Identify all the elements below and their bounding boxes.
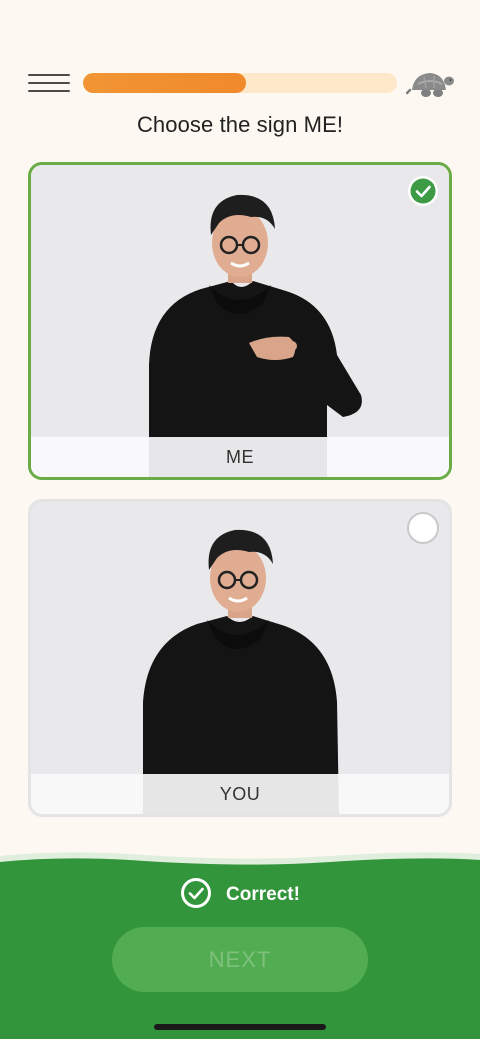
check-circle-icon: [180, 877, 212, 914]
check-circle-icon: [407, 175, 439, 207]
signer-video-me: [31, 165, 449, 477]
menu-line: [28, 90, 70, 92]
option-label: ME: [31, 437, 449, 477]
home-indicator: [154, 1024, 326, 1030]
question-prompt: Choose the sign ME!: [136, 112, 344, 137]
lesson-progress-bar: [83, 73, 397, 93]
answer-option-you[interactable]: YOU: [28, 499, 452, 817]
next-button[interactable]: NEXT: [112, 927, 368, 992]
result-text: Correct!: [226, 884, 300, 905]
menu-line: [28, 74, 70, 76]
lesson-progress-fill: [83, 73, 247, 93]
option-label: YOU: [31, 774, 449, 814]
turtle-icon[interactable]: [405, 66, 454, 100]
menu-button[interactable]: [28, 72, 70, 94]
result-feedback: Correct!: [0, 877, 480, 914]
menu-line: [28, 82, 70, 84]
signer-video-you: [31, 502, 449, 814]
answer-option-me[interactable]: ME: [28, 162, 452, 480]
radio-empty-icon: [407, 512, 439, 544]
